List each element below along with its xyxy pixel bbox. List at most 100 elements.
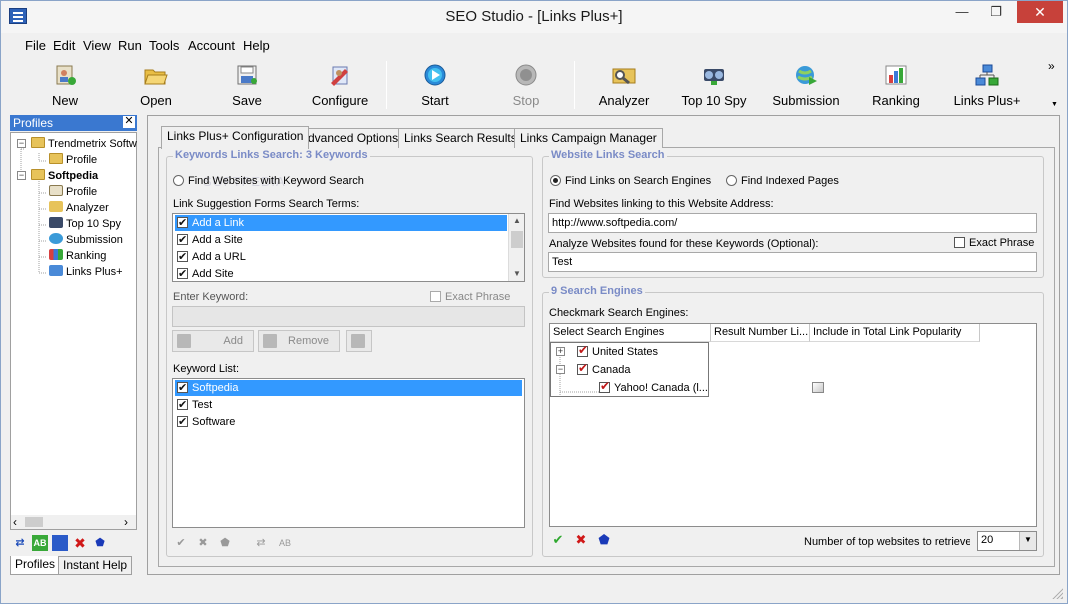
- chevron-down-icon[interactable]: ▼: [1019, 532, 1036, 550]
- submission-button[interactable]: Submission: [771, 57, 841, 111]
- shield-icon[interactable]: ⬟: [92, 535, 108, 551]
- sync-icon[interactable]: ⇄: [12, 535, 28, 551]
- search-engines-grid[interactable]: Select Search Engines Result Number Li..…: [549, 323, 1037, 527]
- save-button[interactable]: Save: [215, 57, 279, 111]
- top-websites-select[interactable]: 20 ▼: [977, 531, 1037, 551]
- tree-expander[interactable]: −: [17, 171, 26, 180]
- toolbar-dropdown-icon[interactable]: ▼: [1051, 101, 1058, 108]
- delete-icon[interactable]: ✖: [72, 535, 88, 551]
- list-item[interactable]: Add Site: [175, 266, 507, 281]
- keyword-list[interactable]: Softpedia Test Software: [172, 378, 525, 528]
- minimize-button[interactable]: —: [945, 1, 979, 23]
- network-links-icon: [974, 63, 1000, 87]
- checkbox[interactable]: [177, 397, 188, 413]
- tree-item-softpedia[interactable]: Softpedia: [31, 169, 98, 182]
- uncheck-all-icon[interactable]: ✖: [573, 532, 589, 548]
- tree-item-top10spy[interactable]: Top 10 Spy: [49, 217, 121, 230]
- menu-view[interactable]: View: [83, 38, 111, 53]
- engine-canada[interactable]: Canada: [577, 361, 631, 376]
- configure-button[interactable]: Configure: [305, 57, 375, 111]
- suggestion-terms-list[interactable]: Add a Link Add a Site Add a URL Add Site…: [172, 213, 525, 282]
- menu-tools[interactable]: Tools: [149, 38, 179, 53]
- radio-button[interactable]: [550, 175, 561, 186]
- column-include-popularity[interactable]: Include in Total Link Popularity: [810, 324, 980, 342]
- status-bar: [1, 579, 1067, 603]
- tree-item-submission[interactable]: Submission: [49, 233, 123, 246]
- scroll-up-icon[interactable]: ▲: [509, 216, 524, 225]
- top10spy-button[interactable]: Top 10 Spy: [679, 57, 749, 111]
- add-profile-icon[interactable]: AB: [32, 535, 48, 551]
- tree-item-analyzer[interactable]: Analyzer: [49, 201, 109, 214]
- column-select-engines[interactable]: Select Search Engines: [550, 324, 711, 342]
- menu-edit[interactable]: Edit: [53, 38, 75, 53]
- menu-run[interactable]: Run: [118, 38, 142, 53]
- links-plus-button[interactable]: Links Plus+: [951, 57, 1023, 111]
- scroll-down-icon[interactable]: ▼: [509, 269, 524, 278]
- close-button[interactable]: ✕: [1017, 1, 1063, 23]
- list-item[interactable]: Add a URL: [175, 249, 507, 265]
- checkbox[interactable]: [177, 232, 188, 248]
- toolbar-overflow-button[interactable]: »: [1048, 59, 1055, 73]
- checkbox[interactable]: [599, 379, 610, 393]
- check-all-icon[interactable]: ✔: [550, 532, 566, 548]
- checkbox[interactable]: [177, 266, 188, 281]
- include-popularity-checkbox[interactable]: [812, 382, 824, 393]
- tree-item-trendmetrix[interactable]: Trendmetrix Softw: [31, 137, 137, 150]
- tab-links-search-results[interactable]: Links Search Results: [398, 128, 523, 148]
- tree-item-profile[interactable]: Profile: [49, 185, 97, 198]
- find-links-radio[interactable]: Find Links on Search Engines: [550, 175, 711, 187]
- menu-help[interactable]: Help: [243, 38, 270, 53]
- tab-links-plus-configuration[interactable]: Links Plus+ Configuration: [161, 126, 310, 149]
- tree-item-profile[interactable]: Profile: [49, 153, 97, 166]
- tab-advanced-options[interactable]: Advanced Options: [294, 128, 405, 148]
- list-item[interactable]: Software: [175, 414, 522, 430]
- suggestion-vscrollbar[interactable]: ▲ ▼: [508, 214, 524, 281]
- engine-united-states[interactable]: United States: [577, 343, 658, 358]
- scroll-thumb[interactable]: [25, 517, 43, 527]
- website-address-input[interactable]: http://www.softpedia.com/: [548, 213, 1037, 233]
- menu-file[interactable]: File: [25, 38, 46, 53]
- tree-item-links-plus[interactable]: Links Plus+: [49, 265, 123, 278]
- profiles-close-button[interactable]: ✕: [123, 116, 135, 128]
- engine-yahoo-canada[interactable]: Yahoo! Canada (l...: [599, 379, 708, 394]
- exact-phrase-checkbox[interactable]: Exact Phrase: [954, 237, 1034, 249]
- checkbox[interactable]: [577, 361, 588, 375]
- monitor-icon[interactable]: [52, 535, 68, 551]
- menu-account[interactable]: Account: [188, 38, 235, 53]
- list-item[interactable]: Test: [175, 397, 522, 413]
- tab-instant-help[interactable]: Instant Help: [58, 556, 133, 575]
- checkbox[interactable]: [177, 215, 188, 231]
- resize-grip-icon[interactable]: [1051, 587, 1063, 599]
- list-item[interactable]: Add a Site: [175, 232, 507, 248]
- scroll-right-icon[interactable]: ›: [124, 515, 128, 529]
- analyze-keywords-input[interactable]: Test: [548, 252, 1037, 272]
- new-button[interactable]: New: [33, 57, 97, 111]
- tree-item-ranking[interactable]: Ranking: [49, 249, 106, 262]
- tree-expander[interactable]: +: [556, 347, 565, 356]
- radio-button[interactable]: [173, 175, 184, 186]
- keyword-search-radio[interactable]: Find Websites with Keyword Search: [173, 175, 364, 187]
- radio-button[interactable]: [726, 175, 737, 186]
- tree-expander[interactable]: −: [17, 139, 26, 148]
- find-indexed-radio[interactable]: Find Indexed Pages: [726, 175, 839, 187]
- checkbox[interactable]: [177, 249, 188, 265]
- open-button[interactable]: Open: [124, 57, 188, 111]
- list-item[interactable]: Add a Link: [175, 215, 507, 231]
- scroll-thumb[interactable]: [511, 231, 523, 248]
- profiles-hscrollbar[interactable]: ‹ ›: [11, 515, 136, 529]
- checkbox[interactable]: [954, 237, 965, 248]
- tab-profiles[interactable]: Profiles: [10, 556, 61, 575]
- checkbox[interactable]: [177, 380, 188, 396]
- start-button[interactable]: Start: [403, 57, 467, 111]
- ranking-button[interactable]: Ranking: [863, 57, 929, 111]
- tree-expander[interactable]: −: [556, 365, 565, 374]
- tab-links-campaign-manager[interactable]: Links Campaign Manager: [514, 128, 663, 148]
- column-result-number[interactable]: Result Number Li...: [711, 324, 810, 342]
- maximize-button[interactable]: ❐: [979, 1, 1013, 23]
- list-item[interactable]: Softpedia: [175, 380, 522, 396]
- scroll-left-icon[interactable]: ‹: [13, 515, 17, 529]
- checkbox[interactable]: [177, 414, 188, 430]
- checkbox[interactable]: [577, 343, 588, 357]
- shield-icon[interactable]: ⬟: [596, 532, 612, 548]
- analyzer-button[interactable]: Analyzer: [591, 57, 657, 111]
